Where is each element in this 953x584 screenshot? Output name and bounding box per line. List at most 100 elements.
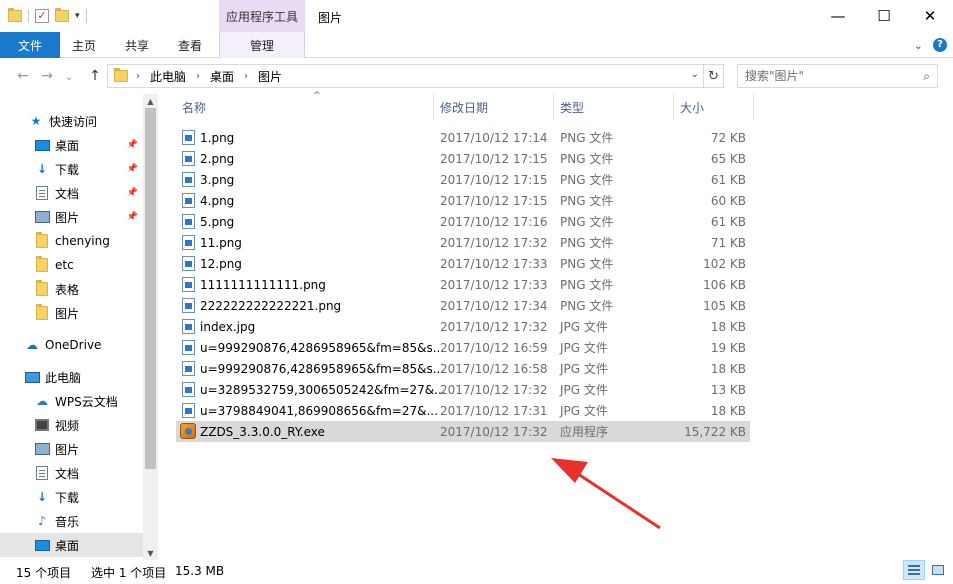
pin-icon[interactable]: 📌 <box>127 212 138 222</box>
file-type: JPG 文件 <box>560 341 608 355</box>
file-type: JPG 文件 <box>560 320 608 334</box>
table-row[interactable]: index.jpg 2017/10/12 17:32 JPG 文件 18 KB <box>176 316 750 337</box>
sidebar-item-pictures-pc[interactable]: 图片 <box>0 437 143 461</box>
table-row[interactable]: 12.png 2017/10/12 17:33 PNG 文件 102 KB <box>176 253 750 274</box>
minimize-button[interactable]: — <box>815 0 861 32</box>
quick-access-toolbar: ✓ ▾ <box>8 6 87 26</box>
sidebar-item-documents[interactable]: 文档 📌 <box>0 181 143 205</box>
recent-locations-button[interactable]: ⌄ <box>60 67 78 85</box>
table-row[interactable]: 1111111111111.png 2017/10/12 17:33 PNG 文件 1… <box>176 274 750 295</box>
table-row[interactable]: 1.png 2017/10/12 17:14 PNG 文件 72 KB <box>176 127 750 148</box>
expand-ribbon-icon[interactable]: ⌄ <box>914 39 923 52</box>
column-header-type[interactable]: 类型 <box>554 94 674 120</box>
file-name: 1111111111111.png <box>200 277 326 292</box>
up-button[interactable]: ↑ <box>86 67 104 85</box>
sidebar-item-this-pc[interactable]: 此电脑 <box>0 365 143 389</box>
file-name: index.jpg <box>200 319 256 334</box>
breadcrumb-desktop[interactable]: 桌面 <box>210 68 234 85</box>
image-file-icon <box>182 130 195 145</box>
table-row[interactable]: ZZDS_3.3.0.0_RY.exe 2017/10/12 17:32 应用程序 1… <box>176 421 750 442</box>
customize-toolbar-dropdown-icon[interactable]: ▾ <box>75 11 80 21</box>
sidebar-item-quick-access[interactable]: ★ 快速访问 <box>0 109 143 133</box>
sidebar-item-tables[interactable]: 表格 <box>0 277 143 301</box>
table-row[interactable]: u=3798849041,869908656&fm=27&... 2017/10/… <box>176 400 750 421</box>
sidebar-item-videos[interactable]: 视频 <box>0 413 143 437</box>
search-input[interactable] <box>738 65 908 87</box>
file-type: PNG 文件 <box>560 257 614 271</box>
sidebar-item-desktop-pc[interactable]: 桌面 <box>0 533 143 557</box>
breadcrumb-chevron-icon[interactable]: › <box>136 71 140 82</box>
new-folder-icon[interactable] <box>55 8 69 22</box>
tab-share[interactable]: 共享 <box>119 32 155 58</box>
sidebar-item-downloads[interactable]: ↓ 下载 📌 <box>0 157 143 181</box>
file-size: 13 KB <box>710 382 746 397</box>
breadcrumb-this-pc[interactable]: 此电脑 <box>150 68 186 85</box>
sidebar-item-etc[interactable]: etc <box>0 253 143 277</box>
table-row[interactable]: 222222222222221.png 2017/10/12 17:34 PNG 文… <box>176 295 750 316</box>
pin-icon[interactable]: 📌 <box>127 188 138 198</box>
maximize-button[interactable]: ☐ <box>861 0 907 32</box>
column-header-date[interactable]: 修改日期 <box>434 94 554 120</box>
sidebar-item-label: 图片 <box>55 306 80 321</box>
tab-manage[interactable]: 管理 <box>219 32 305 58</box>
file-name: 2.png <box>200 151 235 166</box>
table-row[interactable]: 4.png 2017/10/12 17:15 PNG 文件 60 KB <box>176 190 750 211</box>
back-button[interactable]: ← <box>14 67 32 85</box>
close-button[interactable]: ✕ <box>907 0 953 32</box>
sidebar-item-label: 桌面 <box>55 138 80 153</box>
column-header-name[interactable]: 名称 ^ <box>176 91 434 120</box>
sidebar-item-wps-cloud[interactable]: ☁ WPS云文档 <box>0 389 143 413</box>
file-name: 12.png <box>200 256 242 271</box>
table-row[interactable]: 11.png 2017/10/12 17:32 PNG 文件 71 KB <box>176 232 750 253</box>
large-icons-view-button[interactable] <box>927 560 949 580</box>
breadcrumb-chevron-icon[interactable]: › <box>196 71 200 82</box>
download-icon: ↓ <box>36 162 48 176</box>
properties-icon[interactable]: ✓ <box>35 9 49 23</box>
sidebar-item-pictures[interactable]: 图片 📌 <box>0 205 143 229</box>
tab-file[interactable]: 文件 <box>0 32 60 58</box>
sidebar-item-desktop[interactable]: 桌面 📌 <box>0 133 143 157</box>
document-icon <box>34 465 50 481</box>
address-dropdown-icon[interactable]: ⌄ <box>691 69 699 80</box>
sidebar-item-pictures-folder[interactable]: 图片 <box>0 301 143 325</box>
tab-home[interactable]: 主页 <box>66 32 102 58</box>
sidebar-item-music[interactable]: ♪ 音乐 <box>0 509 143 533</box>
scroll-down-arrow-icon[interactable]: ▼ <box>143 546 158 560</box>
image-file-icon <box>182 193 195 208</box>
breadcrumb-pictures[interactable]: 图片 <box>258 68 282 85</box>
table-row[interactable]: u=999290876,4286958965&fm=85&s... 2017/10… <box>176 358 750 379</box>
file-date: 2017/10/12 17:15 <box>440 193 548 208</box>
folder-icon <box>34 232 50 249</box>
pin-icon[interactable]: 📌 <box>127 164 138 174</box>
folder-icon <box>34 280 50 297</box>
file-name: 222222222222221.png <box>200 298 342 313</box>
image-file-icon <box>182 382 195 397</box>
address-bar[interactable]: › 此电脑 › 桌面 › 图片 ⌄ <box>107 64 704 88</box>
sidebar-item-chenying[interactable]: chenying <box>0 229 143 253</box>
ribbon-tabs: 文件 主页 共享 查看 管理 ⌄ ? <box>0 32 953 58</box>
file-size: 71 KB <box>710 235 746 250</box>
refresh-button[interactable]: ↻ <box>704 64 724 88</box>
folder-icon <box>8 8 22 22</box>
navigation-scrollbar[interactable]: ▲ ▼ <box>143 94 158 560</box>
file-type: PNG 文件 <box>560 194 614 208</box>
table-row[interactable]: 3.png 2017/10/12 17:15 PNG 文件 61 KB <box>176 169 750 190</box>
sidebar-item-onedrive[interactable]: ☁ OneDrive <box>0 333 143 357</box>
scrollbar-thumb[interactable] <box>145 108 156 469</box>
table-row[interactable]: 2.png 2017/10/12 17:15 PNG 文件 65 KB <box>176 148 750 169</box>
sidebar-item-downloads-pc[interactable]: ↓ 下载 <box>0 485 143 509</box>
breadcrumb-chevron-icon[interactable]: › <box>244 71 248 82</box>
table-row[interactable]: u=3289532759,3006505242&fm=27&... 2017/10… <box>176 379 750 400</box>
tab-view[interactable]: 查看 <box>172 32 208 58</box>
table-row[interactable]: 5.png 2017/10/12 17:16 PNG 文件 61 KB <box>176 211 750 232</box>
search-box[interactable]: ⌕ <box>737 64 938 88</box>
help-icon[interactable]: ? <box>933 38 947 52</box>
column-header-size[interactable]: 大小 <box>674 94 754 120</box>
forward-button[interactable]: → <box>38 67 56 85</box>
details-view-button[interactable] <box>903 560 925 580</box>
scroll-up-arrow-icon[interactable]: ▲ <box>143 94 158 108</box>
pin-icon[interactable]: 📌 <box>127 140 138 150</box>
search-icon[interactable]: ⌕ <box>923 69 930 84</box>
sidebar-item-documents-pc[interactable]: 文档 <box>0 461 143 485</box>
table-row[interactable]: u=999290876,4286958965&fm=85&s... 2017/10… <box>176 337 750 358</box>
